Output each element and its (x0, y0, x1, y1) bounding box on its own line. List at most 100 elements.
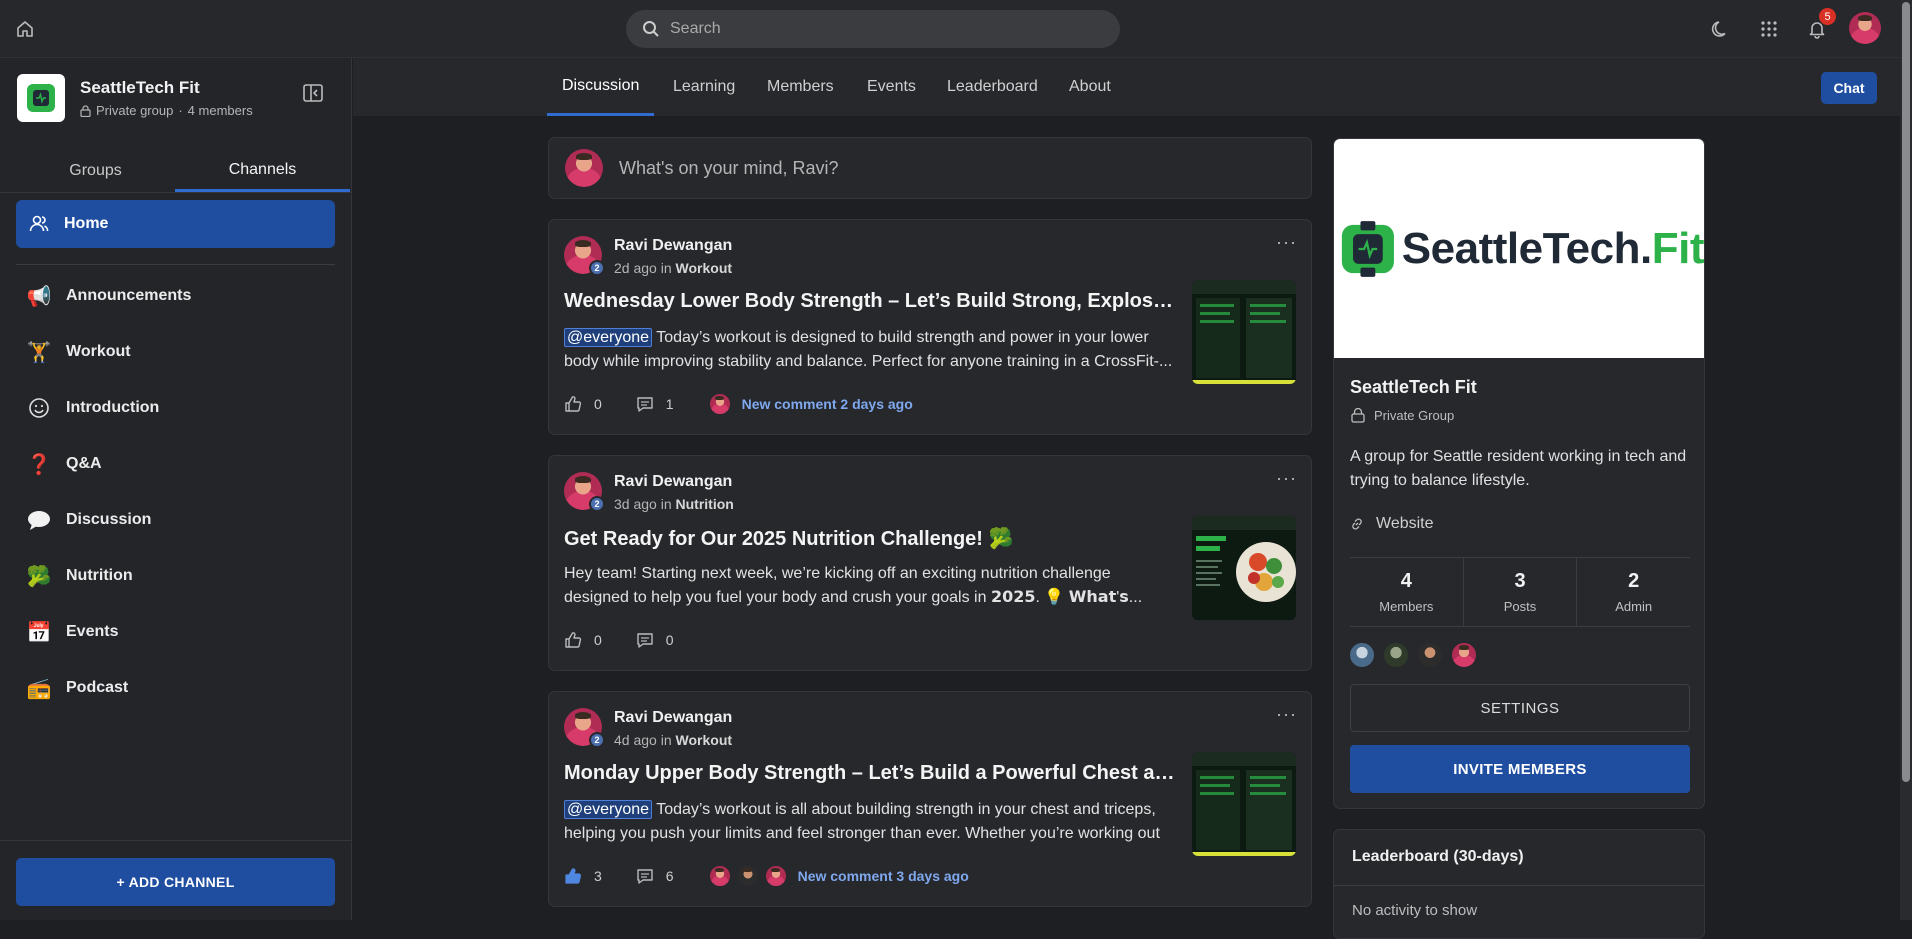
post-card[interactable]: 2 Ravi Dewangan 3d ago in Nutrition ··· … (548, 455, 1312, 671)
group-title: SeattleTech Fit (80, 78, 200, 97)
collapse-sidebar-button[interactable] (302, 82, 328, 108)
like-button[interactable]: 0 (564, 395, 602, 413)
tab-channels[interactable]: Channels (175, 150, 350, 192)
comment-button[interactable]: 6 (636, 867, 674, 885)
member-avatar[interactable] (1418, 643, 1442, 667)
post-card[interactable]: 2 Ravi Dewangan 4d ago in Workout ··· Mo… (548, 691, 1312, 907)
sidebar-toggle-icon (303, 84, 323, 102)
search-bar[interactable] (626, 10, 1120, 48)
like-count: 0 (594, 632, 602, 648)
post-author[interactable]: Ravi Dewangan (614, 473, 732, 491)
post-body: @everyone Today’s workout is all about b… (564, 798, 1176, 846)
group-banner: SeattleTech.Fit (1334, 139, 1704, 358)
tab-members[interactable]: Members (767, 58, 834, 116)
add-channel-button[interactable]: + ADD CHANNEL (16, 858, 335, 906)
post-title[interactable]: Get Ready for Our 2025 Nutrition Challen… (564, 526, 1176, 551)
member-avatar[interactable] (1452, 643, 1476, 667)
apps-button[interactable] (1754, 14, 1784, 44)
post-thumbnail[interactable] (1192, 752, 1296, 856)
sidebar-item-announcements[interactable]: 📢 Announcements (16, 274, 335, 318)
post-title[interactable]: Monday Upper Body Strength – Let’s Build… (564, 762, 1176, 785)
dark-mode-toggle[interactable] (1706, 14, 1736, 44)
comment-button[interactable]: 1 (636, 395, 674, 413)
comment-button[interactable]: 0 (636, 631, 674, 649)
level-badge: 2 (589, 732, 605, 748)
mention-tag[interactable]: @everyone (564, 800, 653, 819)
member-avatar[interactable] (1350, 643, 1374, 667)
thumbs-up-icon (565, 632, 582, 648)
post-channel[interactable]: Nutrition (676, 496, 734, 512)
scrollbar-thumb[interactable] (1902, 2, 1910, 782)
member-avatar[interactable] (1384, 643, 1408, 667)
post-channel[interactable]: Workout (676, 260, 733, 276)
tab-learning[interactable]: Learning (673, 58, 735, 116)
commenter-avatar[interactable] (763, 864, 788, 888)
commenter-avatar[interactable] (735, 864, 760, 888)
new-comment-link[interactable]: New comment 3 days ago (798, 868, 969, 884)
post-author[interactable]: Ravi Dewangan (614, 237, 732, 255)
like-button[interactable]: 3 (564, 867, 602, 885)
post-channel[interactable]: Workout (676, 732, 733, 748)
stat-members[interactable]: 4 Members (1350, 558, 1464, 626)
post-author[interactable]: Ravi Dewangan (614, 709, 732, 727)
mention-tag[interactable]: @everyone (564, 328, 653, 347)
smartwatch-logo-icon (1341, 220, 1394, 277)
post-meta: 4d ago in Workout (614, 732, 732, 748)
post-title[interactable]: Wednesday Lower Body Strength – Let’s Bu… (564, 290, 1176, 313)
lock-icon (1351, 407, 1365, 423)
user-avatar[interactable] (1849, 12, 1881, 44)
sidebar-item-introduction[interactable]: Introduction (16, 386, 335, 430)
notifications-button[interactable]: 5 (1802, 8, 1836, 44)
sidebar-item-qa[interactable]: ❓ Q&A (16, 442, 335, 486)
group-about-card: SeattleTech.Fit SeattleTech Fit Private … (1333, 138, 1705, 809)
post-body: @everyone Today’s workout is designed to… (564, 326, 1176, 374)
more-options-icon[interactable]: ··· (1276, 468, 1297, 489)
sidebar-item-label: Introduction (66, 399, 160, 416)
stat-label: Posts (1503, 599, 1537, 614)
tab-groups[interactable]: Groups (8, 150, 183, 192)
comment-icon (637, 869, 653, 884)
sidebar-item-home[interactable]: Home (16, 200, 335, 248)
sidebar-item-events[interactable]: 📅 Events (16, 610, 335, 654)
sidebar: SeattleTech Fit Private group · 4 member… (0, 58, 352, 920)
brand-wordmark: SeattleTech.Fit (1401, 223, 1704, 273)
website-link[interactable]: Website (1350, 515, 1434, 533)
leaderboard-title: Leaderboard (30-days) (1352, 848, 1524, 865)
sidebar-item-workout[interactable]: 🏋️ Workout (16, 330, 335, 374)
sidebar-footer-divider (0, 840, 352, 841)
settings-button[interactable]: SETTINGS (1350, 684, 1690, 732)
stat-admin[interactable]: 2 Admin (1577, 558, 1690, 626)
tab-about[interactable]: About (1069, 58, 1111, 116)
comment-count: 0 (665, 632, 674, 648)
post-thumbnail[interactable] (1192, 516, 1296, 620)
more-options-icon[interactable]: ··· (1276, 232, 1297, 253)
more-options-icon[interactable]: ··· (1276, 704, 1297, 725)
post-in: in (660, 732, 672, 748)
like-button[interactable]: 0 (564, 631, 602, 649)
tab-events[interactable]: Events (867, 58, 916, 116)
tab-discussion[interactable]: Discussion (547, 58, 655, 116)
smile-icon (26, 395, 52, 421)
sidebar-item-discussion[interactable]: Discussion (16, 498, 335, 542)
commenter-avatar[interactable] (707, 864, 732, 888)
stat-posts[interactable]: 3 Posts (1464, 558, 1578, 626)
home-button[interactable] (12, 16, 38, 42)
tab-leaderboard[interactable]: Leaderboard (947, 58, 1038, 116)
level-badge: 2 (589, 496, 605, 512)
commenter-avatar[interactable] (707, 392, 732, 416)
sidebar-item-podcast[interactable]: 📻 Podcast (16, 666, 335, 710)
group-logo[interactable] (17, 74, 65, 122)
calendar-icon: 📅 (26, 621, 52, 644)
post-body-text: Today’s workout is designed to build str… (564, 329, 1173, 370)
post-card[interactable]: 2 Ravi Dewangan 2d ago in Workout ··· We… (548, 219, 1312, 435)
search-input[interactable] (670, 20, 1090, 38)
sidebar-item-nutrition[interactable]: 🥦 Nutrition (16, 554, 335, 598)
level-badge: 2 (589, 260, 605, 276)
invite-members-button[interactable]: INVITE MEMBERS (1350, 745, 1690, 793)
post-thumbnail[interactable] (1192, 280, 1296, 384)
post-composer[interactable] (548, 137, 1312, 199)
chat-button[interactable]: Chat (1821, 72, 1877, 104)
radio-icon: 📻 (26, 677, 52, 700)
composer-input[interactable] (619, 157, 1239, 179)
new-comment-link[interactable]: New comment 2 days ago (742, 396, 913, 412)
